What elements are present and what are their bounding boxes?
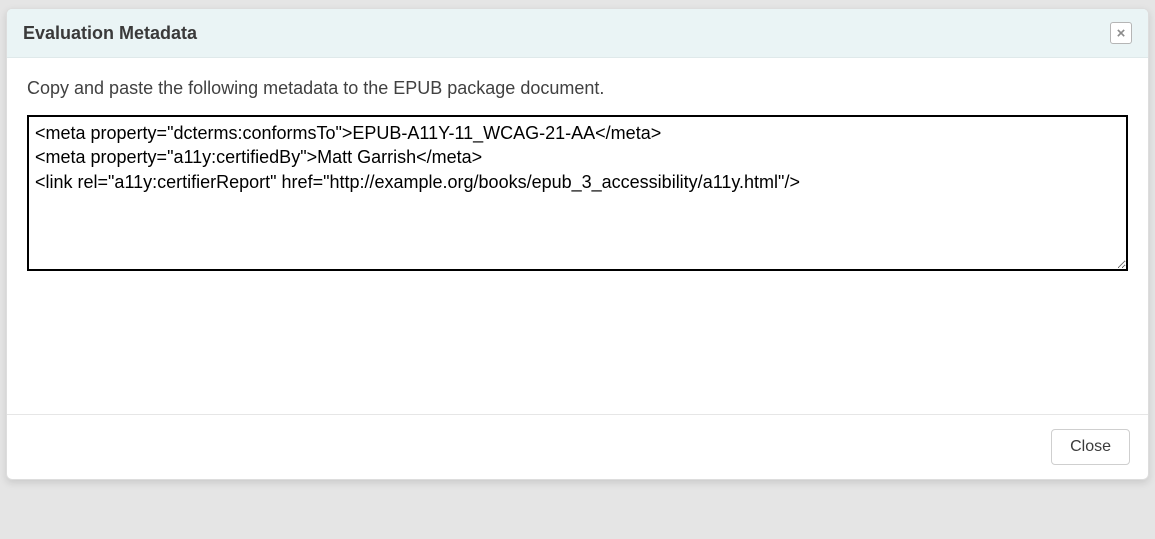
dialog-header: Evaluation Metadata × xyxy=(7,9,1148,58)
metadata-textarea[interactable] xyxy=(27,115,1128,271)
instruction-text: Copy and paste the following metadata to… xyxy=(27,78,1128,99)
dialog-spacer xyxy=(27,274,1128,404)
dialog-footer: Close xyxy=(7,414,1148,479)
dialog-body: Copy and paste the following metadata to… xyxy=(7,58,1148,414)
evaluation-metadata-dialog: Evaluation Metadata × Copy and paste the… xyxy=(6,8,1149,480)
close-icon[interactable]: × xyxy=(1110,22,1132,44)
dialog-title: Evaluation Metadata xyxy=(23,23,197,44)
close-button[interactable]: Close xyxy=(1051,429,1130,465)
